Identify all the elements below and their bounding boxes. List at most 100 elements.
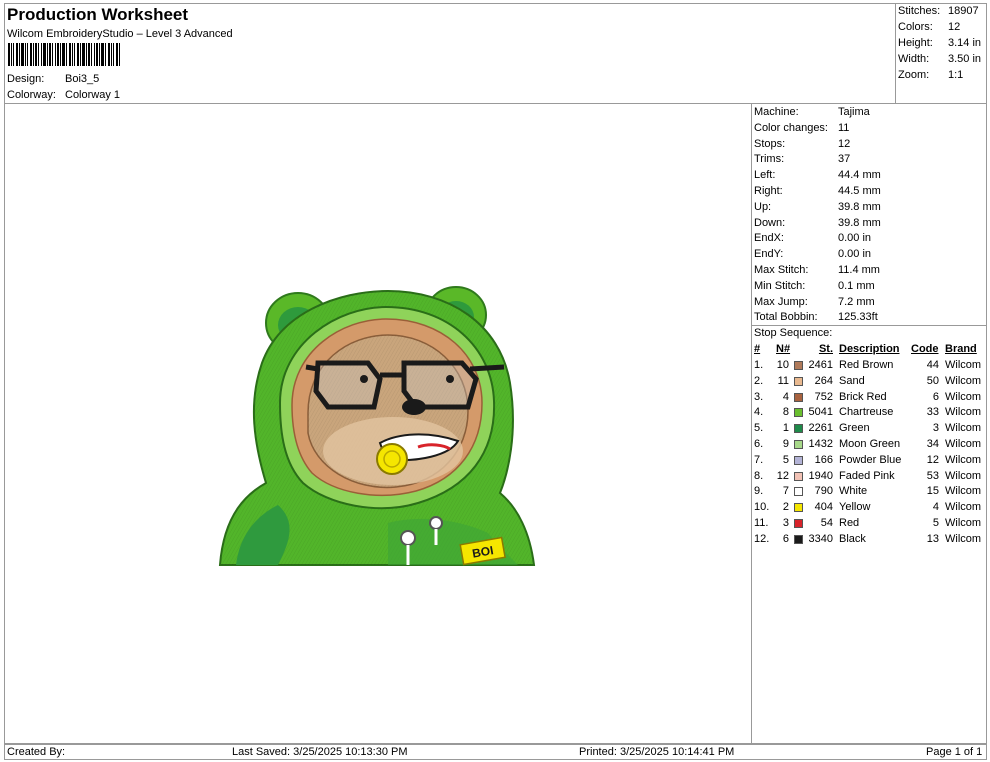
stat-label: Stitches: [898,5,941,17]
needle-num: 9 [782,438,789,450]
stitch-count: 1940 [808,469,833,482]
left-eye [360,375,368,383]
color-swatch [794,534,803,544]
info-label: Color changes: [754,121,828,134]
right-eye [446,375,454,383]
info-label: Right: [754,185,783,197]
stat-label: Width: [898,53,930,65]
color-description: Sand [839,374,865,387]
col-n: N# [776,343,791,355]
design-label: Design: [7,73,45,85]
stop-num: 3. [754,390,764,403]
thread-brand: Wilcom [945,390,982,403]
stat-value: 18907 [948,5,979,17]
info-value: 44.5 mm [838,185,881,197]
color-description: Moon Green [839,438,901,450]
thread-brand: Wilcom [945,469,982,482]
stop-num: 5. [754,422,764,435]
color-description: Red [839,517,860,529]
info-label: Machine: [754,106,799,118]
stitch-count: 264 [814,374,833,387]
color-description: Powder Blue [839,453,902,466]
needle-num: 4 [782,390,789,403]
color-swatch [794,455,803,465]
needle-num: 12 [776,469,789,482]
stop-num: 8. [754,469,764,482]
stitch-count: 404 [814,501,833,514]
thread-brand: Wilcom [945,453,982,466]
needle-num: 1 [782,422,789,435]
thread-brand: Wilcom [945,517,982,529]
stat-value: 3.50 in [948,53,982,65]
last-saved: Last Saved: 3/25/2025 10:13:30 PM [232,746,408,758]
stitch-count: 54 [820,517,833,529]
printed-date: Printed: 3/25/2025 10:14:41 PM [579,746,735,758]
stat-label: Height: [898,37,933,49]
page-number: Page 1 of 1 [926,746,983,758]
col-brand: Brand [945,343,977,355]
thread-brand: Wilcom [945,501,982,514]
stitch-count: 2461 [808,359,833,371]
info-value: 0.1 mm [838,279,875,292]
color-code: 3 [932,422,939,435]
footer-box [4,744,987,760]
info-label: EndX: [754,232,784,245]
software-subtitle: Wilcom EmbroideryStudio – Level 3 Advanc… [7,28,233,40]
color-description: White [839,485,868,498]
created-by: Created By: [7,746,66,758]
stat-value: 12 [948,21,961,33]
thread-brand: Wilcom [945,485,982,498]
design-value: Boi3_5 [65,73,100,85]
col-code: Code [911,343,939,355]
color-swatch [794,376,803,386]
color-code: 15 [926,485,939,498]
color-description: Brick Red [839,390,887,403]
color-code: 13 [926,532,939,545]
info-label: Up: [754,200,772,213]
stitch-count: 2261 [808,422,833,435]
stat-value: 1:1 [948,69,964,81]
stat-label: Colors: [898,21,933,33]
info-value: 37 [838,153,851,166]
color-swatch [794,361,803,370]
color-swatch [794,408,803,418]
info-value: Tajima [838,106,870,118]
color-code: 34 [926,438,939,450]
needle-num: 10 [776,359,789,371]
color-description: Red Brown [839,359,894,371]
page-title: Production Worksheet [7,5,189,24]
nose [402,399,426,415]
color-swatch [794,503,803,513]
color-swatch [794,440,803,449]
stop-num: 2. [754,374,764,387]
info-value: 44.4 mm [838,169,881,182]
needle-num: 11 [777,374,789,387]
color-description: Black [839,532,866,545]
color-swatch [794,392,803,402]
needle-num: 7 [782,485,789,498]
color-code: 4 [932,501,939,514]
barcode [8,43,120,66]
color-swatch [794,424,803,434]
thread-brand: Wilcom [945,422,982,435]
color-description: Faded Pink [839,469,895,482]
info-label: Trims: [754,153,785,166]
needle-num: 6 [782,532,789,545]
color-swatch [794,519,803,528]
info-value: 7.2 mm [838,295,875,308]
info-value: 0.00 in [838,248,872,261]
info-value: 12 [838,137,851,150]
needle-num: 3 [782,517,789,529]
color-code: 6 [932,390,939,403]
info-label: Left: [754,169,776,182]
stop-sequence-title-text: Stop Sequence: [754,327,833,339]
info-label: EndY: [754,248,784,261]
stop-num: 11. [754,517,769,529]
color-description: Chartreuse [839,406,894,419]
info-value: 11.4 mm [838,264,880,276]
stop-num: 1. [754,359,764,371]
info-value: 39.8 mm [838,216,881,229]
colorway-value: Colorway 1 [65,89,121,101]
color-swatch [794,471,803,481]
info-label: Stops: [754,137,786,150]
